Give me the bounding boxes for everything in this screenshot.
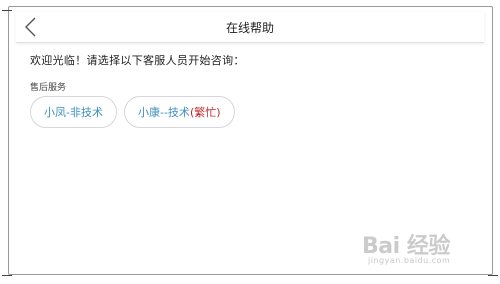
- welcome-message: 欢迎光临！请选择以下客服人员开始咨询：: [30, 54, 245, 67]
- corner-mark: [2, 275, 12, 276]
- busy-status-badge: (繁忙): [189, 106, 221, 119]
- section-label-after-sales: 售后服务: [30, 83, 67, 93]
- corner-mark: [488, 275, 498, 276]
- agent-list: 小凤-非技术 小康--技术 (繁忙): [30, 96, 235, 128]
- agent-button-xiaokang[interactable]: 小康--技术 (繁忙): [123, 96, 235, 128]
- corner-mark: [2, 10, 12, 11]
- watermark-url: jingyan.baidu.com: [368, 256, 451, 265]
- agent-button-xiaofeng[interactable]: 小凤-非技术: [30, 96, 117, 128]
- agent-label: 小康--技术: [137, 106, 190, 119]
- agent-label: 小凤-非技术: [44, 106, 103, 119]
- baidu-jingyan-watermark: Bai 经验 jingyan.baidu.com: [362, 228, 482, 270]
- page-title: 在线帮助: [225, 21, 274, 35]
- app-window: 在线帮助 欢迎光临！请选择以下客服人员开始咨询： 售后服务 小凤-非技术 小康-…: [0, 0, 500, 284]
- nav-header: 在线帮助: [16, 12, 484, 43]
